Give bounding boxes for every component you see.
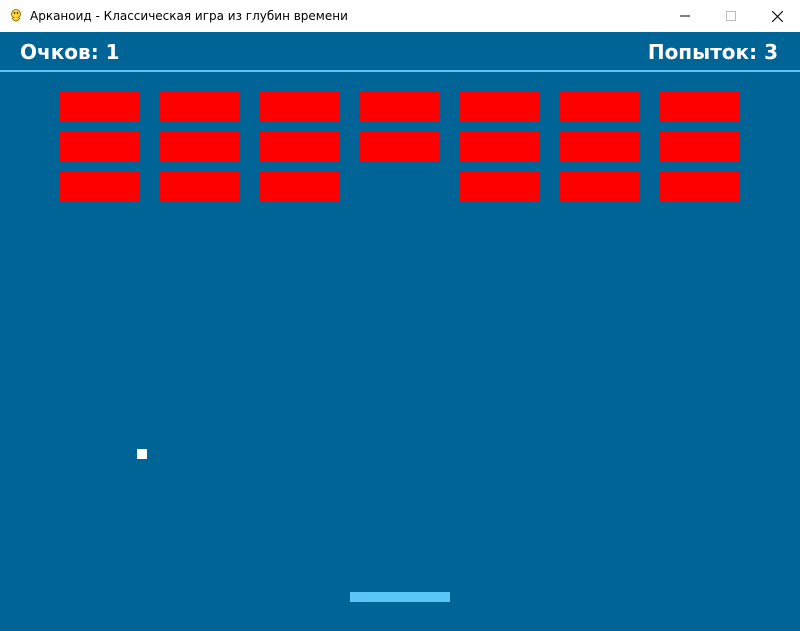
window-title: Арканоид - Классическая игра из глубин в… (30, 9, 348, 23)
brick (260, 92, 340, 122)
paddle[interactable] (350, 592, 450, 602)
brick (560, 172, 640, 202)
title-bar[interactable]: Арканоид - Классическая игра из глубин в… (0, 0, 800, 32)
ball (137, 449, 147, 459)
window-controls (662, 0, 800, 32)
brick (660, 172, 740, 202)
maximize-button[interactable] (708, 0, 754, 32)
brick (560, 92, 640, 122)
brick (660, 132, 740, 162)
hud: Очков: 1 Попыток: 3 (0, 32, 800, 70)
brick (460, 132, 540, 162)
game-field[interactable]: Очков: 1 Попыток: 3 (0, 32, 800, 631)
brick (160, 172, 240, 202)
brick (460, 172, 540, 202)
score-label: Очков: 1 (20, 40, 120, 64)
brick (60, 172, 140, 202)
python-snake-icon (8, 8, 24, 24)
game-window: Арканоид - Классическая игра из глубин в… (0, 0, 800, 631)
brick (160, 92, 240, 122)
brick (260, 172, 340, 202)
brick (660, 92, 740, 122)
maximize-icon (726, 11, 736, 21)
brick (60, 92, 140, 122)
brick (260, 132, 340, 162)
brick (360, 92, 440, 122)
brick (160, 132, 240, 162)
lives-label: Попыток: 3 (647, 40, 778, 64)
minimize-button[interactable] (662, 0, 708, 32)
brick (60, 132, 140, 162)
close-icon (771, 10, 783, 22)
hud-divider (0, 70, 800, 72)
minimize-icon (680, 15, 690, 17)
brick (560, 132, 640, 162)
brick (460, 92, 540, 122)
brick (360, 132, 440, 162)
close-button[interactable] (754, 0, 800, 32)
